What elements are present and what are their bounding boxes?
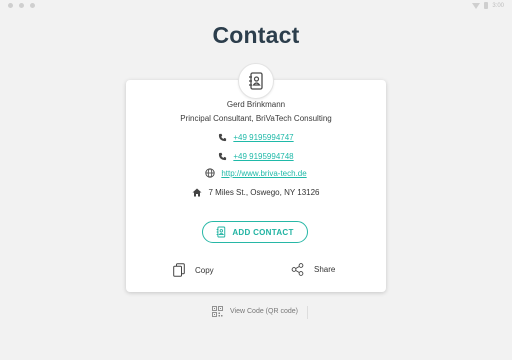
share-label: Share [314,265,336,274]
status-time: 3:00 [492,2,504,9]
contact-book-icon [249,72,263,90]
copy-icon [173,263,185,277]
phone-row-2: +49 9195994748 [126,150,386,162]
view-qr-code-link[interactable]: View Code (QR code) [212,306,298,317]
status-notifications [8,3,35,8]
notification-icon [19,3,24,8]
copy-label: Copy [195,265,214,275]
home-icon [192,188,202,196]
contact-name: Gerd Brinkmann [226,100,286,109]
add-contact-button[interactable]: ADD CONTACT [202,221,308,243]
address-text: 7 Miles St., Oswego, NY 13126 [208,187,320,197]
website-row: http://www.briva-tech.de [126,167,386,179]
phone-icon [219,152,227,160]
share-button[interactable]: Share [291,263,335,276]
status-bar: 3:00 [0,0,512,12]
page-title: Contact [212,22,300,48]
add-contact-label: ADD CONTACT [232,227,294,237]
website-link[interactable]: http://www.briva-tech.de [221,169,306,178]
share-icon [291,263,304,276]
globe-icon [205,168,215,178]
phone-icon [219,133,227,141]
contact-book-icon [216,226,226,238]
status-indicators: 3:00 [472,2,504,9]
divider [307,306,308,319]
contact-badge [238,63,274,99]
copy-button[interactable]: Copy [173,263,214,277]
notification-icon [8,3,13,8]
contact-position: Principal Consultant, BriVaTech Consulti… [180,114,332,123]
view-qr-code-label: View Code (QR code) [230,308,298,315]
address-row: 7 Miles St., Oswego, NY 13126 [126,186,386,198]
phone-link-1[interactable]: +49 9195994747 [233,133,293,142]
notification-icon [30,3,35,8]
battery-icon [484,2,489,9]
phone-link-2[interactable]: +49 9195994748 [233,152,293,161]
wifi-icon [472,2,481,9]
qr-code-icon [212,306,223,317]
phone-row-1: +49 9195994747 [126,131,386,143]
